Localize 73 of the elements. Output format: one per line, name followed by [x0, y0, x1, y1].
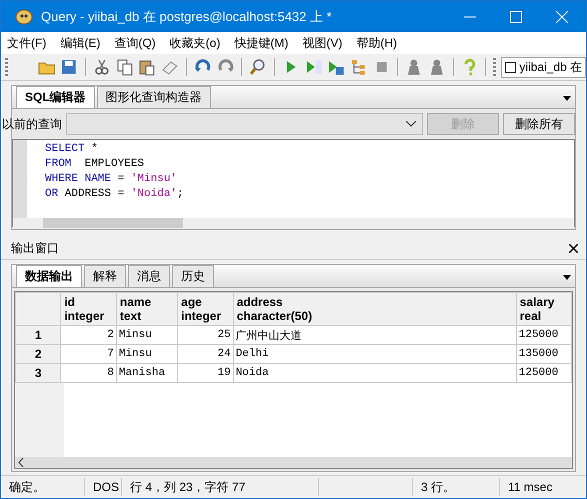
- code-token: ADDRESS =: [64, 188, 126, 200]
- table-cell: 125000: [516, 326, 572, 344]
- status-text: 11 msec: [507, 479, 554, 496]
- editor-tab[interactable]: 图形化查询构造器: [96, 86, 211, 108]
- status-text: 行 4，列 23，字符 77: [122, 478, 319, 496]
- table-cell: Noida: [233, 364, 516, 382]
- search-icon[interactable]: [249, 58, 267, 76]
- close-icon[interactable]: [569, 244, 578, 253]
- code-token: SELECT: [45, 143, 85, 155]
- column-header[interactable]: id integer: [60, 292, 116, 326]
- database-combo[interactable]: yiibai_db 在: [501, 56, 586, 78]
- column-header[interactable]: address character(50): [233, 292, 516, 326]
- menu-item[interactable]: 快捷键(M): [234, 34, 288, 52]
- menu-item[interactable]: 编辑(E): [60, 34, 100, 52]
- table-cell: 7: [60, 344, 116, 364]
- table-cell: 广州中山大道: [233, 326, 516, 344]
- column-header[interactable]: name text: [116, 292, 178, 326]
- dropdown-icon[interactable]: [563, 96, 571, 100]
- table-cell: 125000: [516, 364, 572, 382]
- table-cell: 135000: [516, 344, 572, 364]
- menu-item[interactable]: 文件(F): [7, 34, 46, 52]
- column-header[interactable]: age integer: [178, 292, 234, 326]
- delete-button[interactable]: 删除所有: [503, 113, 575, 135]
- row-number[interactable]: 1: [16, 326, 61, 344]
- chevron-left-icon[interactable]: [18, 458, 24, 467]
- table-cell: 2: [60, 326, 116, 344]
- status-text: DOS: [85, 478, 122, 496]
- chevron-down-icon: [406, 121, 416, 127]
- dropdown-icon[interactable]: [563, 274, 571, 280]
- sql-editor[interactable]: SELECT * FROM EMPLOYEES WHERE NAME = 'Minsu' OR ADDRESS = 'Noida';: [12, 139, 575, 227]
- code-token: WHERE NAME: [45, 173, 112, 185]
- row-number[interactable]: 2: [16, 344, 61, 364]
- code-token: 'Minsu': [130, 173, 178, 185]
- editor-tab[interactable]: SQL编辑器: [16, 86, 95, 108]
- table-cell: 19: [178, 364, 234, 382]
- table-cell: 8: [60, 364, 116, 382]
- maximize-icon[interactable]: [510, 10, 522, 22]
- previous-queries-label: 以前的查询: [2, 116, 62, 132]
- output-tab[interactable]: 数据输出: [16, 265, 82, 287]
- code-token: OR: [45, 188, 58, 200]
- status-text: 3 行。: [412, 478, 500, 496]
- menu-item[interactable]: 查询(Q): [114, 34, 156, 52]
- code-token: =: [116, 173, 126, 185]
- window-title: Query - yiibai_db 在 postgres@localhost:5432 上 *: [41, 8, 333, 26]
- code-token: ;: [177, 188, 184, 200]
- horizontal-scrollbar[interactable]: [13, 218, 574, 228]
- menu-item[interactable]: 视图(V): [302, 34, 342, 52]
- table-cell: Delhi: [233, 344, 516, 364]
- output-tab[interactable]: 解释: [84, 265, 126, 287]
- output-window-title: 输出窗口: [11, 240, 59, 257]
- menu-item[interactable]: 收藏夹(o): [170, 34, 220, 52]
- output-tab[interactable]: 消息: [128, 265, 170, 287]
- save-icon[interactable]: [60, 58, 78, 76]
- table-cell: 24: [178, 344, 234, 364]
- status-text: 确定。: [1, 478, 85, 496]
- horizontal-scrollbar[interactable]: [15, 457, 572, 468]
- table-cell: Minsu: [116, 326, 178, 344]
- output-tab[interactable]: 历史: [172, 265, 214, 287]
- column-header[interactable]: salary real: [516, 292, 572, 326]
- code-token: 'Noida': [130, 188, 178, 200]
- copy-icon[interactable]: [116, 58, 134, 76]
- table-cell: 25: [178, 326, 234, 344]
- code-token: FROM: [45, 158, 72, 170]
- table-cell: Manisha: [116, 364, 178, 382]
- scissors-icon[interactable]: [93, 58, 111, 76]
- code-token: EMPLOYEES: [84, 158, 144, 170]
- table-cell: Minsu: [116, 344, 178, 364]
- paste-icon[interactable]: [138, 58, 156, 76]
- tree-icon[interactable]: [350, 58, 368, 76]
- play-explain-icon[interactable]: [304, 58, 322, 76]
- menu-item[interactable]: 帮助(H): [356, 34, 397, 52]
- code-token: *: [90, 143, 98, 155]
- row-number[interactable]: 3: [16, 364, 61, 382]
